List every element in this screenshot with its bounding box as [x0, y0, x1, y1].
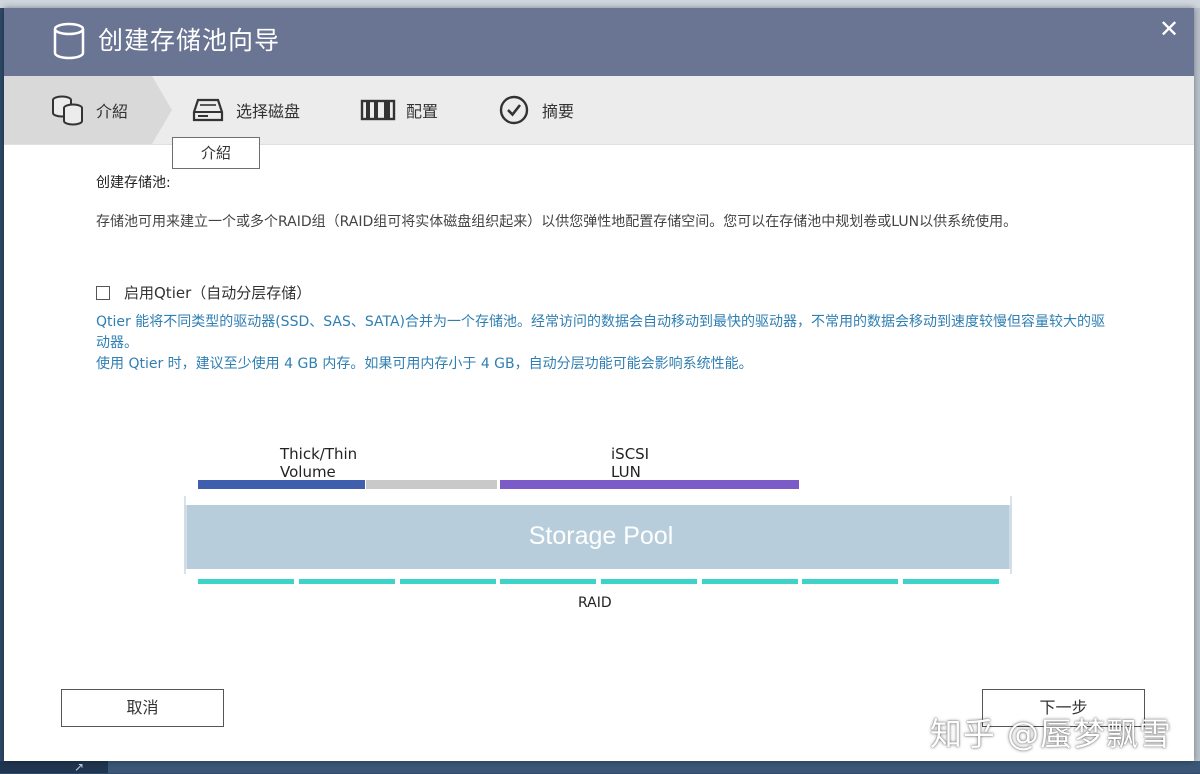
step-label: 配置 [406, 102, 439, 121]
qtier-info-line: Qtier 能将不同类型的驱动器(SSD、SAS、SATA)合并为一个存储池。经… [96, 314, 1105, 351]
raid-segment [198, 579, 294, 584]
raid-segment [400, 579, 496, 584]
step-label: 介紹 [96, 102, 129, 121]
volume-free-bar [366, 480, 497, 489]
check-circle-icon [494, 92, 534, 128]
raid-segment [500, 579, 596, 584]
qtier-info-line: 使用 Qtier 时，建议至少使用 4 GB 内存。如果可用内存小于 4 GB，… [96, 356, 753, 372]
wizard-steps: 介紹 选择磁盘 配置 摘要 [4, 76, 1194, 145]
desktop-taskbar-block [0, 761, 108, 773]
lun-bar [500, 480, 799, 489]
lun-label: iSCSI LUN [611, 445, 650, 481]
external-link-icon[interactable]: ↗ [74, 761, 84, 773]
raid-segment [802, 579, 898, 584]
qtier-checkbox[interactable] [96, 285, 110, 300]
step-label: 摘要 [542, 102, 575, 121]
desktop-backdrop-right [1194, 8, 1200, 773]
section-title: 创建存储池: [96, 175, 171, 191]
raid-segment [601, 579, 697, 584]
close-icon[interactable]: ✕ [1156, 16, 1182, 42]
step-summary[interactable]: 摘要 [494, 76, 574, 144]
pool-description: 存储池可用来建立一个或多个RAID组（RAID组可将实体磁盘组织起来）以供您弹性… [96, 214, 1018, 230]
desktop-backdrop-top [0, 0, 1200, 8]
raid-label: RAID [578, 595, 612, 611]
cancel-button[interactable]: 取消 [61, 689, 224, 727]
step-select-disks[interactable]: 选择磁盘 [188, 76, 300, 144]
step-tooltip: 介紹 [172, 137, 260, 169]
active-step-arrow [152, 76, 172, 144]
qtier-checkbox-label[interactable]: 启用Qtier（自动分层存储） [124, 282, 311, 303]
raid-segment [702, 579, 798, 584]
dialog-title: 创建存储池向导 [98, 26, 281, 55]
raid-segment [299, 579, 395, 584]
create-storage-pool-dialog: 创建存储池向导 ✕ 介紹 选择磁盘 配置 摘要 介紹 创建存储池: 存储池可用来… [4, 8, 1194, 761]
dialog-titlebar: 创建存储池向导 ✕ [4, 8, 1194, 76]
watermark-text: 知乎 @蜃梦飘雪 [929, 715, 1172, 753]
step-configure[interactable]: 配置 [358, 76, 438, 144]
qtier-option[interactable]: 启用Qtier（自动分层存储） [96, 282, 311, 303]
raid-config-icon [358, 92, 398, 128]
database-stack-icon [48, 92, 88, 128]
storage-pool-label: Storage Pool [528, 522, 674, 550]
volume-used-bar [198, 480, 365, 489]
qtier-info: Qtier 能将不同类型的驱动器(SSD、SAS、SATA)合并为一个存储池。经… [96, 312, 1106, 375]
volume-label: Thick/Thin Volume [280, 445, 358, 481]
step-label: 选择磁盘 [236, 102, 301, 121]
raid-segment [903, 579, 999, 584]
hard-drive-icon [188, 92, 228, 128]
storage-pool-block: Storage Pool [184, 505, 1012, 569]
desktop-backdrop-bottom [0, 761, 1200, 773]
database-icon [53, 22, 85, 60]
step-intro[interactable]: 介紹 [48, 76, 128, 144]
